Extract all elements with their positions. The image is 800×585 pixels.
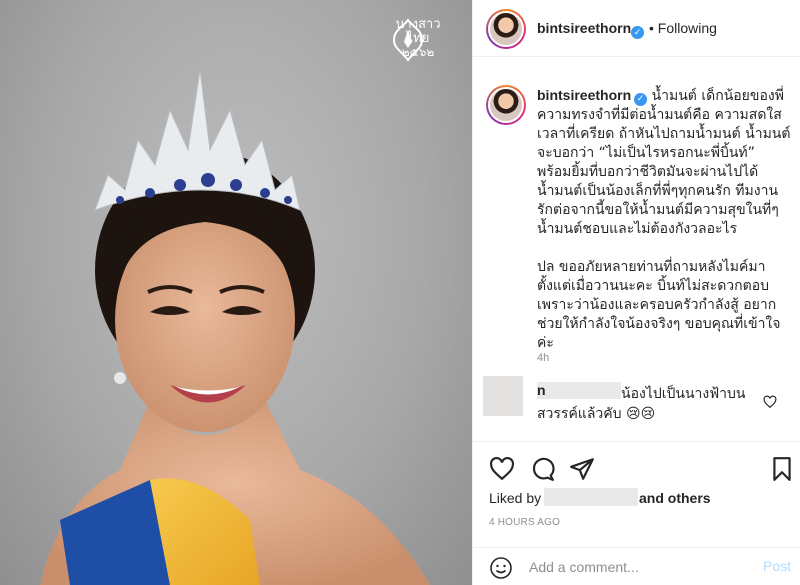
- post-photo[interactable]: นางสาวไทย ๒๕๖๒: [0, 0, 472, 585]
- caption-paragraph-2: ปล ขออภัยหลายท่านที่ถามหลังไมค์มาตั้งแต่…: [537, 259, 781, 351]
- portrait-illustration: [40, 69, 430, 585]
- watermark-logo: นางสาวไทย ๒๕๖๒: [388, 18, 448, 62]
- comment-icon[interactable]: [529, 456, 555, 482]
- liked-by-label: Liked by: [489, 490, 542, 506]
- post-comment-button[interactable]: Post: [763, 558, 791, 574]
- caption-avatar[interactable]: [486, 85, 526, 125]
- comment-item: n น้องไปเป็นนางฟ้าบนสวรรค์แล้วคับ 😢😢: [473, 376, 800, 436]
- caption-text: bintsireethorn ✓ น้ำมนต์ เด็กน้อยของพี่ ค…: [537, 86, 793, 372]
- post-time-ago[interactable]: 4 hours ago: [489, 517, 560, 528]
- caption-username[interactable]: bintsireethorn: [537, 87, 631, 103]
- comment-text: น้องไปเป็นนางฟ้าบนสวรรค์แล้วคับ 😢😢: [537, 386, 746, 422]
- liked-by-user-redacted[interactable]: [544, 488, 638, 506]
- post-side-panel: bintsireethorn ✓ • Following bintsireeth…: [472, 0, 800, 585]
- follow-status[interactable]: • Following: [649, 20, 717, 36]
- add-comment-bar: Post: [473, 547, 800, 585]
- post-header: bintsireethorn ✓ • Following: [473, 0, 800, 57]
- comment-like-heart-icon[interactable]: [763, 395, 777, 409]
- comment-avatar-redacted[interactable]: [483, 376, 523, 416]
- follow-button[interactable]: Following: [658, 20, 717, 36]
- verified-badge-icon: ✓: [628, 21, 644, 39]
- avatar[interactable]: [486, 9, 526, 49]
- smiley-icon[interactable]: [489, 556, 513, 580]
- bookmark-icon[interactable]: [769, 456, 795, 482]
- share-icon[interactable]: [569, 456, 595, 482]
- separator-dot: •: [649, 20, 654, 36]
- heart-icon[interactable]: [489, 456, 515, 482]
- and-others-link[interactable]: and others: [639, 490, 711, 506]
- add-comment-input[interactable]: [529, 556, 749, 578]
- post-actions: Liked by and others 4 hours ago: [473, 441, 800, 551]
- caption-paragraph-1: น้ำมนต์ เด็กน้อยของพี่ ความทรงจำที่มีต่อ…: [537, 88, 791, 237]
- verified-badge-icon: ✓: [634, 93, 648, 106]
- caption-timestamp[interactable]: 4h: [537, 352, 549, 364]
- crown-logo-icon: [392, 18, 424, 62]
- header-username[interactable]: bintsireethorn: [537, 20, 631, 36]
